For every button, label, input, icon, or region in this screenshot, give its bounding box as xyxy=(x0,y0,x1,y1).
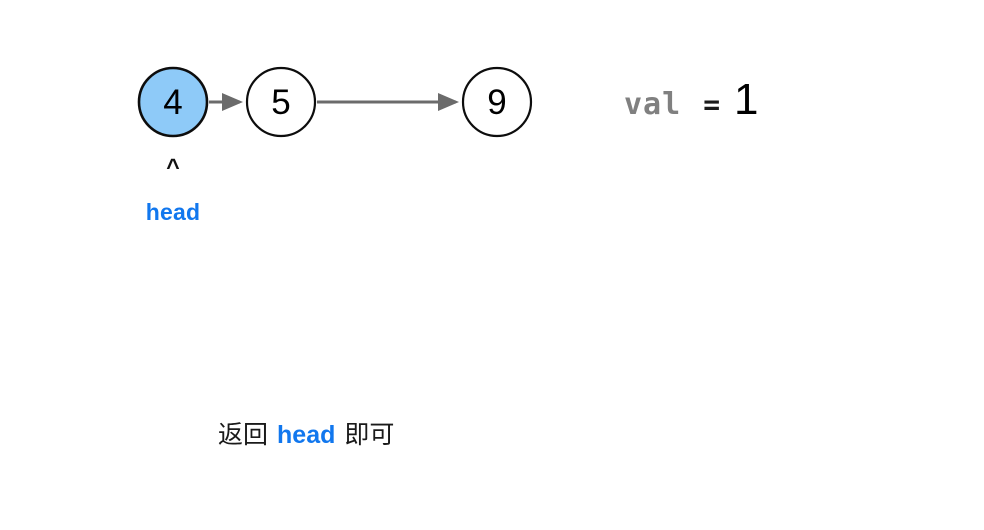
caption-code-head: head xyxy=(277,421,336,449)
caption-prefix: 返回 xyxy=(218,421,269,449)
val-equals-sign: = xyxy=(703,88,721,121)
caption-text: 返回 head 即可 xyxy=(218,420,394,450)
list-node-value-2: 5 xyxy=(271,83,291,122)
list-node-value-3: 9 xyxy=(487,83,507,122)
caption-suffix: 即可 xyxy=(344,421,395,449)
val-value: 1 xyxy=(734,75,759,124)
head-pointer-label: head xyxy=(145,199,201,225)
val-variable-name: val xyxy=(624,87,682,122)
diagram-canvas: 4 5 9 ^ head val = 1 返回 head 即可 xyxy=(0,0,984,530)
val-expression: val = 1 xyxy=(624,75,759,124)
list-node-value-1: 4 xyxy=(163,83,183,122)
linked-list-diagram: 4 5 9 ^ head xyxy=(0,0,984,530)
head-pointer-caret-icon: ^ xyxy=(166,154,180,180)
linked-list-graphics xyxy=(137,66,533,138)
